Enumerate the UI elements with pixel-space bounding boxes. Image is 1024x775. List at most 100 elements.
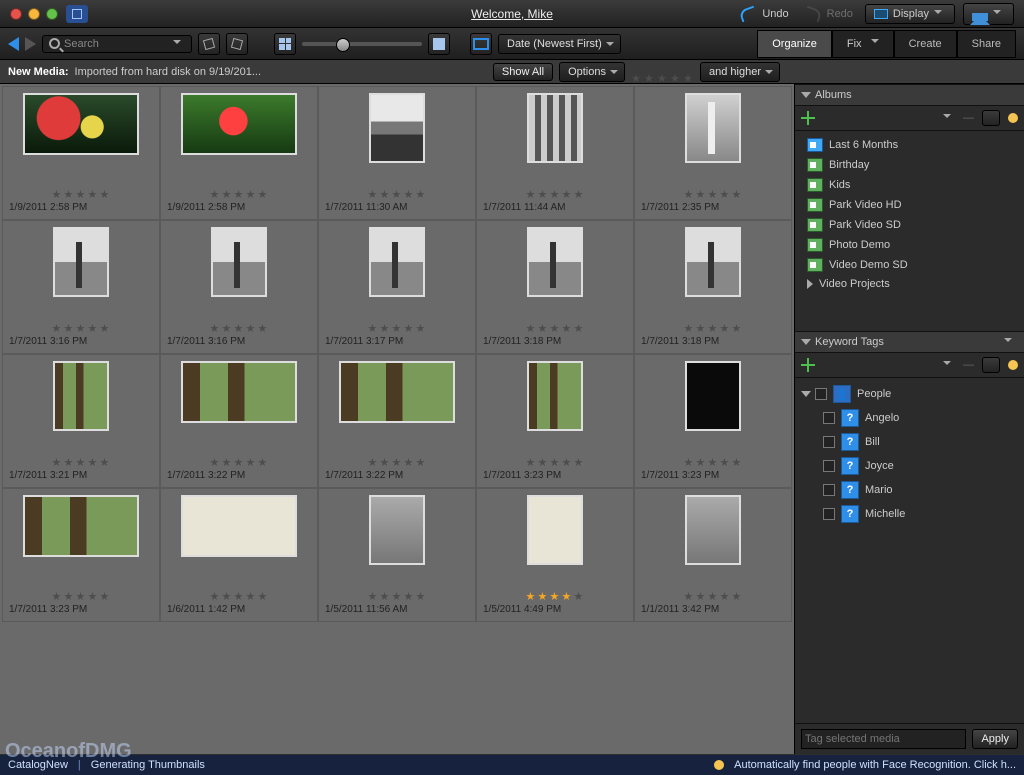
filter-star-5[interactable]: ★: [683, 72, 694, 83]
thumbnail[interactable]: [181, 495, 297, 557]
thumbnail[interactable]: [685, 495, 741, 565]
thumbnail[interactable]: [23, 495, 139, 557]
nav-forward-button[interactable]: [25, 37, 36, 51]
filter-star-2[interactable]: ★: [644, 72, 655, 83]
album-item[interactable]: Video Demo SD: [803, 255, 1024, 275]
tag-item[interactable]: ?Michelle: [801, 502, 1024, 526]
rating-stars[interactable]: ★★★★★: [210, 456, 269, 467]
thumbnail[interactable]: [211, 227, 267, 297]
rating-stars[interactable]: ★★★★★: [526, 188, 585, 199]
tag-checkbox[interactable]: [823, 484, 835, 496]
thumbnail[interactable]: [181, 361, 297, 423]
thumb-size-slider[interactable]: [302, 42, 422, 46]
rating-stars[interactable]: ★★★★★: [52, 456, 111, 467]
thumb-cell[interactable]: ★★★★★1/7/2011 3:22 PM: [160, 354, 318, 488]
thumb-cell[interactable]: ★★★★★1/7/2011 3:17 PM: [318, 220, 476, 354]
grid-view-button[interactable]: [274, 33, 296, 55]
sort-dropdown[interactable]: Date (Newest First): [498, 34, 621, 54]
rotate-left-button[interactable]: [198, 33, 220, 55]
thumb-cell[interactable]: ★★★★★1/9/2011 2:58 PM: [2, 86, 160, 220]
thumbnail[interactable]: [23, 93, 139, 155]
tag-checkbox[interactable]: [815, 388, 827, 400]
thumb-cell[interactable]: ★★★★★1/7/2011 3:16 PM: [160, 220, 318, 354]
apply-tag-button[interactable]: Apply: [972, 729, 1018, 749]
thumb-cell[interactable]: ★★★★★1/7/2011 3:16 PM: [2, 220, 160, 354]
album-item[interactable]: Kids: [803, 175, 1024, 195]
tab-fix[interactable]: Fix: [832, 30, 894, 58]
tag-item[interactable]: ?Angelo: [801, 406, 1024, 430]
thumbnail[interactable]: [685, 361, 741, 431]
edit-album-button[interactable]: [982, 110, 1000, 126]
and-higher-dropdown[interactable]: and higher: [700, 62, 780, 82]
thumb-cell[interactable]: ★★★★★1/7/2011 3:18 PM: [476, 220, 634, 354]
album-item[interactable]: Photo Demo: [803, 235, 1024, 255]
rating-stars[interactable]: ★★★★★: [368, 322, 427, 333]
add-album-button[interactable]: [801, 111, 815, 125]
single-view-button[interactable]: [428, 33, 450, 55]
album-item[interactable]: Park Video SD: [803, 215, 1024, 235]
thumb-cell[interactable]: ★★★★★1/7/2011 3:23 PM: [476, 354, 634, 488]
thumbnail[interactable]: [53, 361, 109, 431]
redo-button[interactable]: Redo: [801, 6, 857, 22]
rating-stars[interactable]: ★★★★★: [52, 590, 111, 601]
tab-share[interactable]: Share: [957, 30, 1016, 58]
thumb-cell[interactable]: ★★★★★1/1/2011 3:42 PM: [634, 488, 792, 622]
album-item[interactable]: Park Video HD: [803, 195, 1024, 215]
rating-stars[interactable]: ★★★★★: [368, 590, 427, 601]
rating-stars[interactable]: ★★★★★: [526, 456, 585, 467]
face-tag-button[interactable]: [982, 357, 1000, 373]
album-item[interactable]: Birthday: [803, 155, 1024, 175]
status-message[interactable]: Automatically find people with Face Reco…: [734, 759, 1016, 771]
add-tag-button[interactable]: [801, 358, 815, 372]
thumb-cell[interactable]: ★★★★★1/9/2011 2:58 PM: [160, 86, 318, 220]
tag-item[interactable]: ?Joyce: [801, 454, 1024, 478]
thumbnail[interactable]: [369, 93, 425, 163]
thumbnail[interactable]: [685, 93, 741, 163]
search-field[interactable]: Search: [42, 35, 192, 53]
tag-group[interactable]: 👤People: [801, 382, 1024, 406]
thumb-cell[interactable]: ★★★★★1/7/2011 2:35 PM: [634, 86, 792, 220]
rating-stars[interactable]: ★★★★★: [210, 322, 269, 333]
thumbnail[interactable]: [527, 93, 583, 163]
tag-item[interactable]: ?Bill: [801, 430, 1024, 454]
tag-checkbox[interactable]: [823, 412, 835, 424]
rating-stars[interactable]: ★★★★★: [526, 322, 585, 333]
rating-stars[interactable]: ★★★★★: [684, 188, 743, 199]
tag-checkbox[interactable]: [823, 508, 835, 520]
rating-stars[interactable]: ★★★★★: [684, 456, 743, 467]
thumb-cell[interactable]: ★★★★★1/7/2011 3:18 PM: [634, 220, 792, 354]
thumbnail[interactable]: [527, 227, 583, 297]
album-item[interactable]: Last 6 Months: [803, 135, 1024, 155]
thumb-cell[interactable]: ★★★★★1/6/2011 1:42 PM: [160, 488, 318, 622]
thumb-cell[interactable]: ★★★★★1/7/2011 3:22 PM: [318, 354, 476, 488]
thumbnail[interactable]: [53, 227, 109, 297]
rotate-right-button[interactable]: [226, 33, 248, 55]
thumb-cell[interactable]: ★★★★★1/7/2011 3:23 PM: [2, 488, 160, 622]
tag-media-input[interactable]: [801, 729, 966, 749]
thumbnail[interactable]: [181, 93, 297, 155]
thumb-cell[interactable]: ★★★★★1/7/2011 3:23 PM: [634, 354, 792, 488]
thumb-cell[interactable]: ★★★★★1/5/2011 4:49 PM: [476, 488, 634, 622]
filter-star-3[interactable]: ★: [657, 72, 668, 83]
tab-create[interactable]: Create: [894, 30, 957, 58]
thumb-cell[interactable]: ★★★★★1/5/2011 11:56 AM: [318, 488, 476, 622]
rating-stars[interactable]: ★★★★★: [684, 590, 743, 601]
hint-icon[interactable]: [1008, 360, 1018, 370]
rating-stars[interactable]: ★★★★★: [368, 456, 427, 467]
rating-stars[interactable]: ★★★★★: [52, 322, 111, 333]
thumbnail-grid[interactable]: ★★★★★1/9/2011 2:58 PM★★★★★1/9/2011 2:58 …: [0, 84, 794, 754]
show-all-button[interactable]: Show All: [493, 63, 553, 81]
fullscreen-button[interactable]: [470, 33, 492, 55]
tag-checkbox[interactable]: [823, 460, 835, 472]
nav-back-button[interactable]: [8, 37, 19, 51]
albums-header[interactable]: Albums: [795, 84, 1024, 106]
thumbnail[interactable]: [527, 495, 583, 565]
tag-checkbox[interactable]: [823, 436, 835, 448]
thumbnail[interactable]: [369, 227, 425, 297]
rating-stars[interactable]: ★★★★★: [684, 322, 743, 333]
rating-stars[interactable]: ★★★★★: [210, 590, 269, 601]
thumbnail[interactable]: [685, 227, 741, 297]
rating-stars[interactable]: ★★★★★: [52, 188, 111, 199]
rating-stars[interactable]: ★★★★★: [526, 590, 585, 601]
thumb-cell[interactable]: ★★★★★1/7/2011 3:21 PM: [2, 354, 160, 488]
